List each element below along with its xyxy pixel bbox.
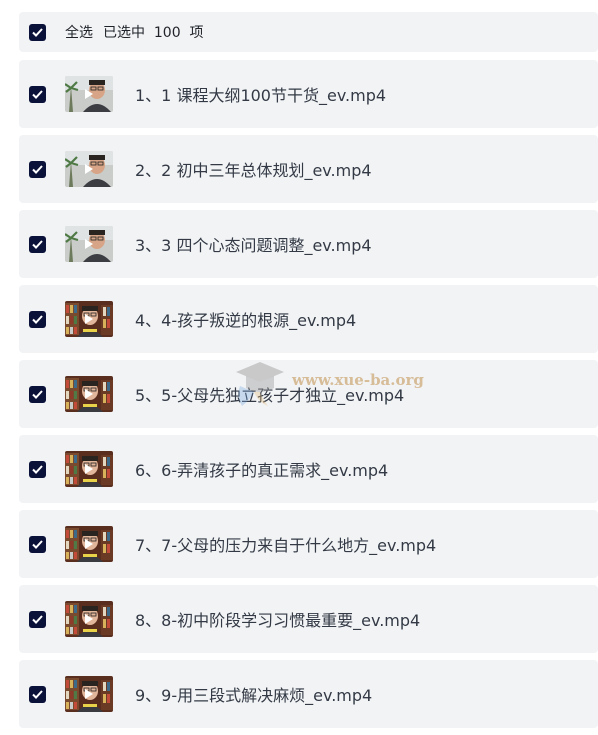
checkmark-icon (32, 689, 43, 699)
file-row[interactable]: 1、1 课程大纲100节干货_ev.mp4 (19, 60, 598, 128)
checkmark-icon (32, 89, 43, 99)
file-row[interactable]: 2、2 初中三年总体规划_ev.mp4 (19, 135, 598, 203)
file-name[interactable]: 1、1 课程大纲100节干货_ev.mp4 (135, 82, 386, 106)
file-name[interactable]: 3、3 四个心态问题调整_ev.mp4 (135, 232, 372, 256)
row-checkbox[interactable] (29, 310, 46, 328)
checkmark-icon (32, 464, 43, 474)
video-thumbnail-icon[interactable] (65, 676, 113, 712)
checkmark-icon (32, 614, 43, 624)
selected-count-text: 已选中 100 项 (103, 25, 204, 41)
checkmark-icon (32, 239, 43, 249)
select-all-bar: 全选 已选中 100 项 (19, 12, 598, 52)
file-row[interactable]: 3、3 四个心态问题调整_ev.mp4 (19, 210, 598, 278)
file-name[interactable]: 4、4-孩子叛逆的根源_ev.mp4 (135, 307, 356, 331)
file-name[interactable]: 6、6-弄清孩子的真正需求_ev.mp4 (135, 457, 388, 481)
video-thumbnail-icon[interactable] (65, 76, 113, 112)
checkmark-icon (32, 164, 43, 174)
checkmark-icon (32, 389, 43, 399)
row-checkbox[interactable] (29, 160, 46, 178)
file-name[interactable]: 5、5-父母先独立孩子才独立_ev.mp4 (135, 382, 404, 406)
file-row[interactable]: 4、4-孩子叛逆的根源_ev.mp4 (19, 285, 598, 353)
row-checkbox[interactable] (29, 385, 46, 403)
row-checkbox[interactable] (29, 610, 46, 628)
video-thumbnail-icon[interactable] (65, 601, 113, 637)
video-thumbnail-icon[interactable] (65, 526, 113, 562)
row-checkbox[interactable] (29, 85, 46, 103)
file-list: 1、1 课程大纲100节干货_ev.mp4 2、2 初中三年总体规划_ev.mp… (19, 60, 598, 735)
file-row[interactable]: 9、9-用三段式解决麻烦_ev.mp4 (19, 660, 598, 728)
row-checkbox[interactable] (29, 460, 46, 478)
file-name[interactable]: 7、7-父母的压力来自于什么地方_ev.mp4 (135, 532, 436, 556)
row-checkbox[interactable] (29, 685, 46, 703)
row-checkbox[interactable] (29, 235, 46, 253)
select-all-label[interactable]: 全选 (65, 22, 93, 42)
video-thumbnail-icon[interactable] (65, 151, 113, 187)
video-thumbnail-icon[interactable] (65, 301, 113, 337)
file-row[interactable]: 7、7-父母的压力来自于什么地方_ev.mp4 (19, 510, 598, 578)
checkmark-icon (32, 27, 43, 37)
checkmark-icon (32, 539, 43, 549)
checkmark-icon (32, 314, 43, 324)
row-checkbox[interactable] (29, 535, 46, 553)
file-name[interactable]: 8、8-初中阶段学习习惯最重要_ev.mp4 (135, 607, 420, 631)
video-thumbnail-icon[interactable] (65, 451, 113, 487)
file-row[interactable]: 6、6-弄清孩子的真正需求_ev.mp4 (19, 435, 598, 503)
file-name[interactable]: 9、9-用三段式解决麻烦_ev.mp4 (135, 682, 372, 706)
file-row[interactable]: 8、8-初中阶段学习习惯最重要_ev.mp4 (19, 585, 598, 653)
file-row[interactable]: 5、5-父母先独立孩子才独立_ev.mp4 (19, 360, 598, 428)
video-thumbnail-icon[interactable] (65, 226, 113, 262)
video-thumbnail-icon[interactable] (65, 376, 113, 412)
select-all-checkbox[interactable] (29, 23, 46, 41)
file-name[interactable]: 2、2 初中三年总体规划_ev.mp4 (135, 157, 372, 181)
